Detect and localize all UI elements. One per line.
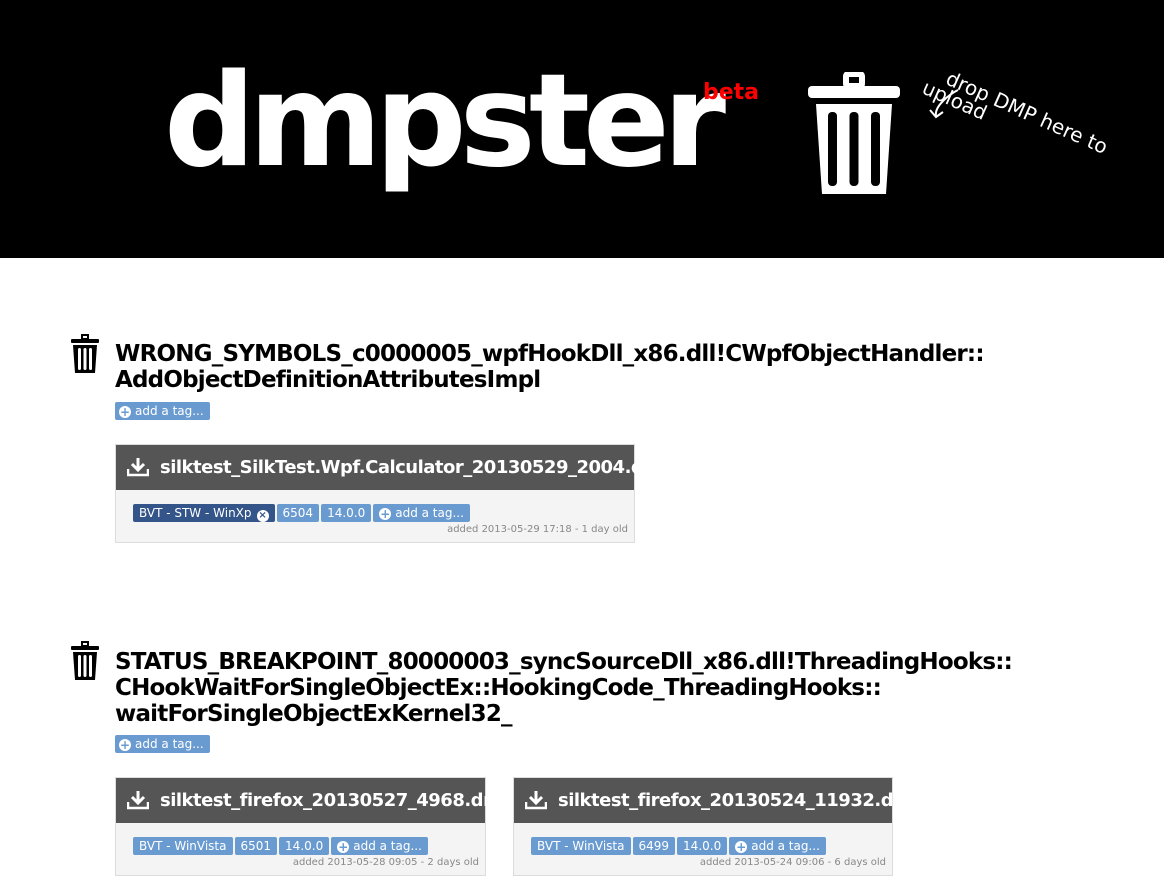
bug-title-line: CHookWaitForSingleObjectEx::HookingCode_…	[115, 675, 882, 701]
tag-label: BVT - STW - WinXp	[139, 506, 252, 520]
tag-chip[interactable]: 14.0.0	[677, 837, 728, 855]
bug-title[interactable]: STATUS_BREAKPOINT_80000003_syncSourceDll…	[115, 649, 1013, 727]
tag-chip[interactable]: 6499	[632, 837, 676, 855]
dump-card: silktest_SilkTest.Wpf.Calculator_2013052…	[115, 444, 674, 543]
add-tag-label: add a tag...	[135, 737, 204, 751]
added-timestamp: added 2013-05-29 17:18 - 1 day old	[447, 524, 628, 535]
plus-circle-icon: +	[119, 405, 131, 419]
tag-chip[interactable]: 14.0.0	[321, 504, 372, 522]
tag-chip[interactable]: BVT - WinVista	[133, 837, 233, 855]
bug-add-tag-button[interactable]: + add a tag...	[115, 735, 210, 753]
dump-card: silktest_firefox_20130527_4968.dmp BVT -…	[115, 777, 514, 876]
beta-label: beta	[703, 80, 760, 105]
plus-circle-icon: +	[379, 507, 392, 521]
bug-title-line: WRONG_SYMBOLS_c0000005_wpfHookDll_x86.dl…	[115, 341, 985, 367]
dump-card: silktest_firefox_20130524_11932.dmp BVT …	[513, 777, 924, 876]
dump-filename[interactable]: silktest_SilkTest.Wpf.Calculator_2013052…	[160, 445, 674, 490]
download-icon[interactable]	[525, 790, 547, 810]
upload-trash-can-icon[interactable]	[806, 72, 902, 198]
dump-add-tag-button[interactable]: + add a tag...	[729, 837, 826, 855]
dump-tags: BVT - WinVista 6501 14.0.0 + add a tag...	[133, 837, 430, 855]
logo[interactable]: dmpster	[164, 58, 726, 186]
bug-title[interactable]: WRONG_SYMBOLS_c0000005_wpfHookDll_x86.dl…	[115, 341, 985, 393]
tag-chip[interactable]: 6501	[234, 837, 278, 855]
bug-title-line: waitForSingleObjectExKernel32_	[115, 701, 513, 727]
added-timestamp: added 2013-05-24 09:06 - 6 days old	[699, 857, 886, 868]
add-tag-label: add a tag...	[395, 506, 464, 520]
dump-tags: BVT - STW - WinXp × 6504 14.0.0 + add a tag..…	[133, 504, 472, 522]
dump-filename[interactable]: silktest_firefox_20130524_11932.dmp	[558, 778, 924, 823]
download-icon[interactable]	[127, 790, 149, 810]
download-icon[interactable]	[127, 457, 149, 477]
bug-title-line: AddObjectDefinitionAttributesImpl	[115, 367, 541, 393]
delete-bug-trash-icon[interactable]	[70, 334, 100, 374]
add-tag-label: add a tag...	[353, 839, 422, 853]
plus-circle-icon: +	[735, 840, 748, 854]
plus-circle-icon: +	[337, 840, 350, 854]
bug-title-line: STATUS_BREAKPOINT_80000003_syncSourceDll…	[115, 649, 1013, 675]
tag-chip[interactable]: BVT - WinVista	[531, 837, 631, 855]
dump-card-header[interactable]: silktest_SilkTest.Wpf.Calculator_2013052…	[116, 445, 674, 490]
tag-chip[interactable]: BVT - STW - WinXp ×	[133, 504, 275, 522]
dump-add-tag-button[interactable]: + add a tag...	[331, 837, 428, 855]
add-tag-label: add a tag...	[751, 839, 820, 853]
added-timestamp: added 2013-05-28 09:05 - 2 days old	[292, 857, 479, 868]
dump-card-header[interactable]: silktest_firefox_20130524_11932.dmp	[514, 778, 924, 823]
tag-chip[interactable]: 14.0.0	[279, 837, 330, 855]
curved-arrow-icon	[929, 89, 959, 119]
plus-circle-icon: +	[119, 738, 131, 752]
tag-chip[interactable]: 6504	[276, 504, 320, 522]
header-banner: dmpster beta drop DMP here to upload	[0, 0, 1164, 258]
bug-add-tag-button[interactable]: + add a tag...	[115, 402, 210, 420]
dump-filename[interactable]: silktest_firefox_20130527_4968.dmp	[160, 778, 514, 823]
add-tag-label: add a tag...	[135, 404, 204, 418]
dump-tags: BVT - WinVista 6499 14.0.0 + add a tag...	[531, 837, 828, 855]
dump-add-tag-button[interactable]: + add a tag...	[373, 504, 470, 522]
remove-tag-icon[interactable]: ×	[256, 510, 269, 522]
dump-card-header[interactable]: silktest_firefox_20130527_4968.dmp	[116, 778, 514, 823]
delete-bug-trash-icon[interactable]	[70, 641, 100, 681]
